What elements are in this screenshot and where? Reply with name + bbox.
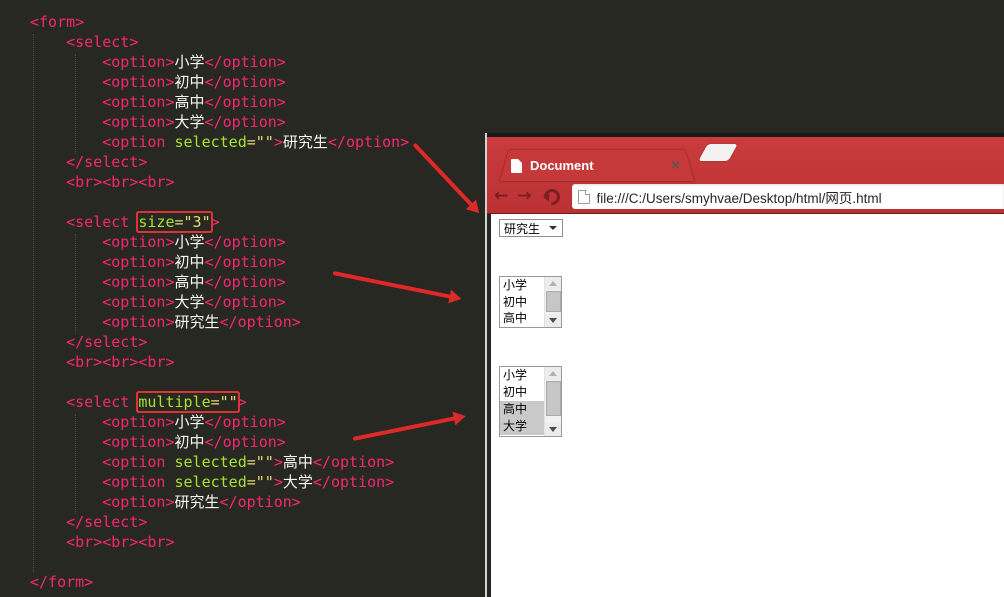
dropdown-arrow-icon: [549, 226, 557, 230]
scroll-down-button[interactable]: [545, 314, 561, 327]
tab-title: Document: [530, 158, 662, 173]
annotation-highlight-box: multiple="": [138, 393, 237, 411]
browser-tab[interactable]: Document ×: [500, 150, 694, 181]
url-text: file:///C:/Users/smyhvae/Desktop/html/网页…: [597, 187, 882, 207]
code-line: <option>小学</option>: [30, 52, 1004, 72]
browser-toolbar: ← → file:///C:/Users/smyhvae/Desktop/htm…: [487, 181, 1004, 212]
code-line: <form>: [30, 12, 1004, 32]
code-line: <option>初中</option>: [30, 72, 1004, 92]
annotation-highlight-box: size="3": [138, 213, 210, 231]
list-option[interactable]: 初中: [500, 294, 544, 311]
browser-window: Document × ← → file:///C:/Users/smyhvae/…: [487, 133, 1004, 597]
code-line: <option>大学</option>: [30, 112, 1004, 132]
select-listbox-size3[interactable]: 小学初中高中: [499, 276, 562, 328]
address-bar[interactable]: file:///C:/Users/smyhvae/Desktop/html/网页…: [572, 184, 1004, 209]
listbox-multiple-scrollbar[interactable]: [544, 367, 561, 436]
list-option[interactable]: 初中: [500, 384, 544, 401]
scrollbar-thumb[interactable]: [546, 291, 561, 312]
select-dropdown[interactable]: 研究生: [499, 219, 563, 237]
browser-chrome: Document × ← → file:///C:/Users/smyhvae/…: [487, 137, 1004, 214]
listbox-multiple-options: 小学初中高中大学: [500, 367, 544, 436]
scroll-down-icon: [549, 318, 557, 323]
scroll-up-button[interactable]: [545, 367, 561, 380]
back-icon[interactable]: ←: [494, 188, 508, 205]
code-line: <option>高中</option>: [30, 92, 1004, 112]
screenshot-stage: <form> <select> <option>小学</option> <opt…: [0, 0, 1004, 597]
new-tab-button[interactable]: [698, 144, 737, 161]
scroll-up-button[interactable]: [545, 277, 561, 290]
code-line: <select>: [30, 32, 1004, 52]
list-option[interactable]: 高中: [500, 310, 544, 327]
scrollbar-thumb[interactable]: [546, 381, 561, 416]
list-option[interactable]: 小学: [500, 367, 544, 384]
forward-icon[interactable]: →: [517, 188, 531, 205]
tab-strip: Document ×: [487, 137, 1004, 181]
scroll-down-button[interactable]: [545, 423, 561, 436]
select-listbox-multiple[interactable]: 小学初中高中大学: [499, 366, 562, 437]
url-page-icon: [578, 190, 590, 204]
tab-close-icon[interactable]: ×: [670, 158, 683, 173]
list-option[interactable]: 小学: [500, 277, 544, 294]
reload-icon[interactable]: [540, 185, 563, 208]
scroll-up-icon: [549, 371, 557, 376]
document-page-icon: [511, 159, 522, 173]
browser-viewport: 研究生 小学初中高中 小学初中高中大学: [491, 214, 1004, 597]
listbox-size3-options: 小学初中高中: [500, 277, 544, 327]
list-option[interactable]: 高中: [500, 401, 544, 418]
scroll-down-icon: [549, 427, 557, 432]
list-option[interactable]: 大学: [500, 418, 544, 435]
scroll-up-icon: [549, 281, 557, 286]
listbox-size3-scrollbar[interactable]: [544, 277, 561, 327]
dropdown-selected-value: 研究生: [504, 220, 540, 237]
